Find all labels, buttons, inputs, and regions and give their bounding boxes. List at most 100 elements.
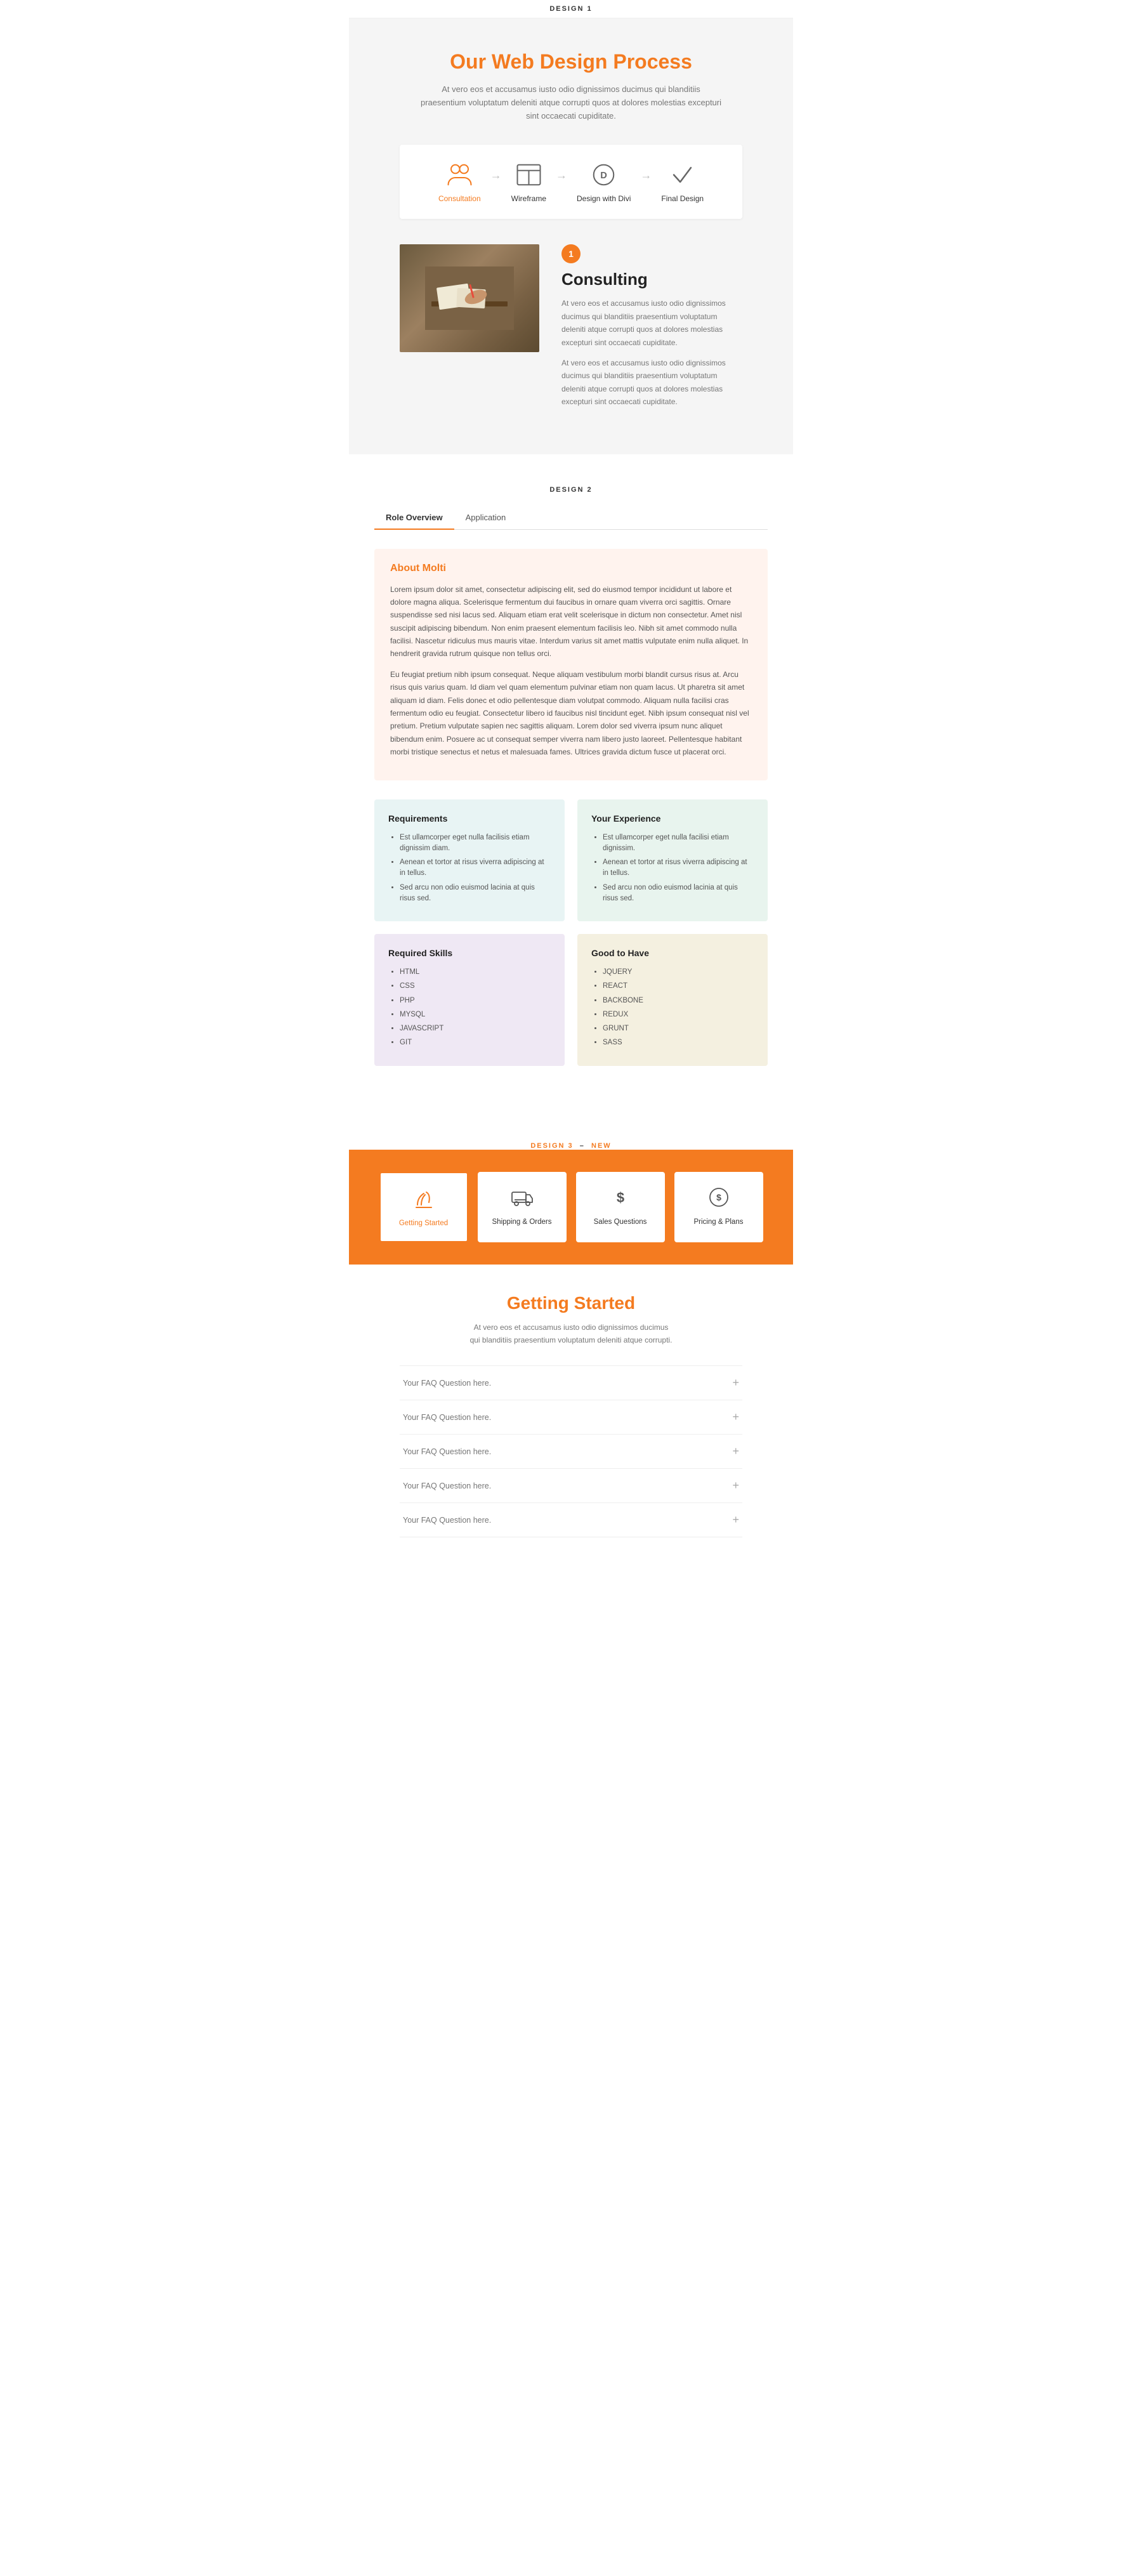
step-final-label: Final Design: [661, 194, 704, 203]
skills-list: HTML CSS PHP MYSQL JAVASCRIPT GIT: [388, 967, 551, 1049]
getting-started-subtitle: At vero eos et accusamus iusto odio dign…: [469, 1321, 673, 1347]
faq-question-3: Your FAQ Question here.: [403, 1447, 491, 1456]
topbar-label: DESIGN 1: [549, 5, 592, 13]
list-item: Est ullamcorper eget nulla facilisis eti…: [400, 832, 551, 855]
list-item: Aenean et tortor at risus viverra adipis…: [603, 857, 754, 879]
faq-plus-3: +: [732, 1445, 739, 1458]
list-item: JAVASCRIPT: [400, 1023, 551, 1034]
tab-role-overview[interactable]: Role Overview: [374, 506, 454, 530]
hero-card-getting-started[interactable]: Getting Started: [379, 1172, 468, 1242]
about-heading-start: About: [390, 563, 423, 574]
hero-card-pricing[interactable]: $ Pricing & Plans: [674, 1172, 763, 1242]
list-item: REACT: [603, 981, 754, 992]
title-end: Process: [607, 50, 692, 73]
svg-text:D: D: [600, 171, 607, 181]
consulting-image: [400, 244, 539, 352]
divi-icon: D: [589, 161, 618, 189]
design3-hero: Getting Started Shipping & Orders: [349, 1150, 793, 1265]
svg-text:$: $: [716, 1192, 721, 1202]
design2-label: DESIGN 2: [374, 486, 768, 494]
tabs: Role Overview Application: [374, 506, 768, 530]
experience-list: Est ullamcorper eget nulla facilisi etia…: [591, 832, 754, 905]
getting-started-heading: Getting Started: [400, 1293, 742, 1313]
consulting-section: 1 Consulting At vero eos et accusamus iu…: [400, 244, 742, 416]
hero-card-sales[interactable]: $ Sales Questions: [576, 1172, 665, 1242]
design3-header: DESIGN 3 – NEW: [349, 1117, 793, 1150]
design2-section: DESIGN 2 Role Overview Application About…: [349, 454, 793, 1117]
hero-card-getting-started-label: Getting Started: [390, 1219, 457, 1227]
about-para2: Eu feugiat pretium nibh ipsum consequat.…: [390, 668, 752, 759]
consulting-heading: Consulting: [561, 270, 742, 289]
gs-heading-start: Getting: [507, 1293, 574, 1313]
arrow-2: →: [556, 169, 567, 182]
wireframe-icon: [515, 161, 543, 189]
faq-plus-4: +: [732, 1479, 739, 1492]
faq-question-1: Your FAQ Question here.: [403, 1379, 491, 1388]
design3-section: DESIGN 3 – NEW Getting Started: [349, 1117, 793, 1557]
good-to-have-card: Good to Have JQUERY REACT BACKBONE REDUX…: [577, 934, 768, 1066]
faq-plus-1: +: [732, 1376, 739, 1390]
faq-item-4[interactable]: Your FAQ Question here. +: [400, 1469, 742, 1503]
sales-icon: $: [586, 1186, 655, 1213]
about-heading: About Molti: [390, 563, 752, 574]
about-card: About Molti Lorem ipsum dolor sit amet, …: [374, 549, 768, 780]
tab-application[interactable]: Application: [454, 506, 518, 530]
requirements-card: Requirements Est ullamcorper eget nulla …: [374, 799, 565, 922]
faq-item-2[interactable]: Your FAQ Question here. +: [400, 1400, 742, 1435]
hero-cards: Getting Started Shipping & Orders: [368, 1172, 774, 1242]
faq-list: Your FAQ Question here. + Your FAQ Quest…: [400, 1365, 742, 1537]
req-grid-top: Requirements Est ullamcorper eget nulla …: [374, 799, 768, 922]
svg-text:$: $: [616, 1190, 624, 1206]
faq-item-3[interactable]: Your FAQ Question here. +: [400, 1435, 742, 1469]
step-wireframe-label: Wireframe: [511, 194, 546, 203]
faq-item-1[interactable]: Your FAQ Question here. +: [400, 1366, 742, 1400]
requirements-heading: Requirements: [388, 813, 551, 824]
step-wireframe[interactable]: Wireframe: [511, 161, 546, 203]
list-item: PHP: [400, 996, 551, 1006]
step-consultation[interactable]: Consultation: [438, 161, 481, 203]
list-item: Sed arcu non odio euismod lacinia at qui…: [400, 883, 551, 905]
faq-question-5: Your FAQ Question here.: [403, 1516, 491, 1525]
about-heading-highlight: Molti: [423, 563, 446, 574]
process-steps: Consultation → Wireframe → D: [400, 145, 742, 219]
step-divi-label: Design with Divi: [577, 194, 631, 203]
consultation-icon: [445, 161, 474, 189]
getting-started-section: Getting Started At vero eos et accusamus…: [349, 1265, 793, 1557]
faq-question-4: Your FAQ Question here.: [403, 1482, 491, 1490]
hero-card-shipping[interactable]: Shipping & Orders: [478, 1172, 567, 1242]
requirements-list: Est ullamcorper eget nulla facilisis eti…: [388, 832, 551, 905]
list-item: MYSQL: [400, 1009, 551, 1020]
good-to-have-list: JQUERY REACT BACKBONE REDUX GRUNT SASS: [591, 967, 754, 1049]
list-item: Aenean et tortor at risus viverra adipis…: [400, 857, 551, 879]
arrow-1: →: [490, 169, 502, 182]
faq-question-2: Your FAQ Question here.: [403, 1413, 491, 1422]
hero-card-sales-label: Sales Questions: [586, 1218, 655, 1226]
skills-card: Required Skills HTML CSS PHP MYSQL JAVAS…: [374, 934, 565, 1066]
title-highlight: Web Design: [492, 50, 608, 73]
getting-started-icon: [390, 1187, 457, 1214]
list-item: BACKBONE: [603, 996, 754, 1006]
consulting-step-number: 1: [561, 244, 581, 263]
step-final[interactable]: Final Design: [661, 161, 704, 203]
hero-card-pricing-label: Pricing & Plans: [684, 1218, 754, 1226]
pricing-icon: $: [684, 1186, 754, 1213]
req-grid-bottom: Required Skills HTML CSS PHP MYSQL JAVAS…: [374, 934, 768, 1066]
faq-item-5[interactable]: Your FAQ Question here. +: [400, 1503, 742, 1537]
hero-card-shipping-label: Shipping & Orders: [487, 1218, 557, 1226]
design1-subtitle: At vero eos et accusamus iusto odio dign…: [419, 83, 723, 122]
consulting-para2: At vero eos et accusamus iusto odio dign…: [561, 357, 742, 409]
list-item: GRUNT: [603, 1023, 754, 1034]
experience-heading: Your Experience: [591, 813, 754, 824]
final-icon: [668, 161, 697, 189]
consulting-para1: At vero eos et accusamus iusto odio dign…: [561, 297, 742, 349]
faq-plus-2: +: [732, 1410, 739, 1424]
consulting-text: 1 Consulting At vero eos et accusamus iu…: [561, 244, 742, 416]
design3-label: DESIGN 3 – NEW: [349, 1142, 793, 1150]
list-item: GIT: [400, 1037, 551, 1048]
design1-title: Our Web Design Process: [400, 50, 742, 74]
about-para1: Lorem ipsum dolor sit amet, consectetur …: [390, 583, 752, 660]
step-divi[interactable]: D Design with Divi: [577, 161, 631, 203]
list-item: SASS: [603, 1037, 754, 1048]
gs-heading-highlight: Started: [574, 1293, 635, 1313]
shipping-icon: [487, 1186, 557, 1213]
